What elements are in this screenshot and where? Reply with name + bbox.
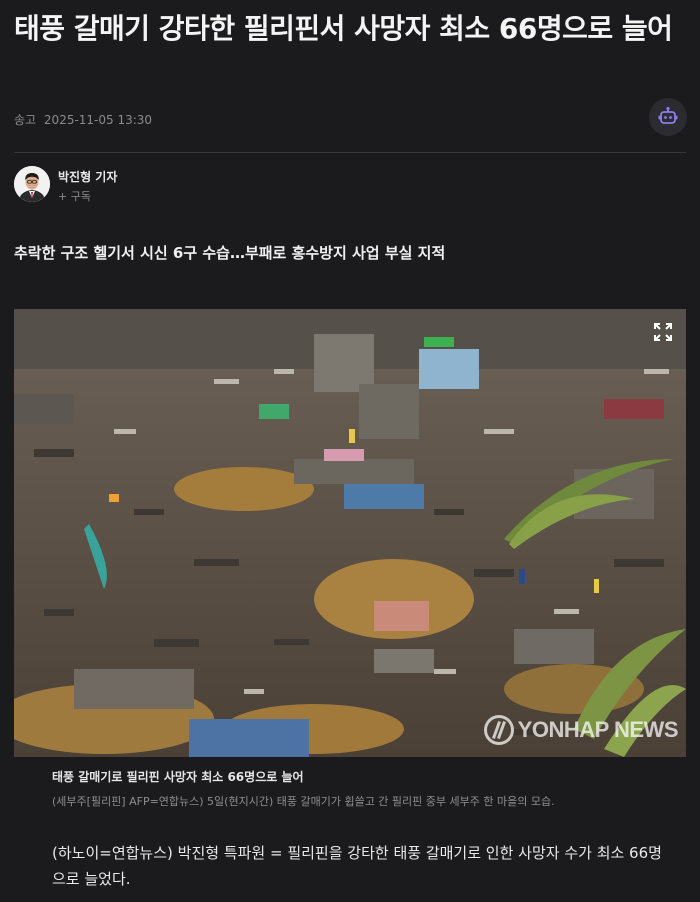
publish-datetime: 2025-11-05 13:30 [43, 113, 153, 127]
robot-icon [658, 106, 678, 124]
photo-caption-title: 태풍 갈매기로 필리핀 사망자 최소 66명으로 늘어 [52, 770, 304, 784]
ai-assistant-button[interactable] [649, 98, 687, 136]
flood-debris-photo [14, 309, 686, 757]
article-subheadline: 추락한 구조 헬기서 시신 6구 수습…부패로 홍수방지 사업 부실 지적 [14, 244, 446, 262]
expand-icon [654, 323, 672, 341]
article-photo[interactable]: YONHAP NEWS [14, 309, 686, 757]
expand-photo-button[interactable] [650, 319, 676, 345]
watermark-text: YONHAP NEWS [517, 717, 679, 742]
author-photo [14, 166, 50, 202]
header-divider [14, 152, 686, 153]
yonhap-watermark: YONHAP NEWS [483, 715, 679, 745]
article-meta: 송고 2025-11-05 13:30 [14, 111, 152, 128]
meta-label: 송고 [14, 113, 37, 127]
article-headline: 태풍 갈매기 강타한 필리핀서 사망자 최소 66명으로 늘어 [14, 12, 673, 45]
photo-caption-body: (세부주[필리핀] AFP=연합뉴스) 5일(현지시간) 태풍 갈매기가 휩쓸고… [52, 795, 555, 808]
article-body: (하노이=연합뉴스) 박진형 특파원 = 필리핀을 강타한 태풍 갈매기로 인한… [52, 844, 662, 888]
author-avatar[interactable] [14, 166, 50, 202]
author-name[interactable]: 박진형 기자 [58, 168, 117, 185]
subscribe-button[interactable]: + 구독 [58, 188, 91, 204]
yonhap-logo-icon [483, 715, 514, 745]
